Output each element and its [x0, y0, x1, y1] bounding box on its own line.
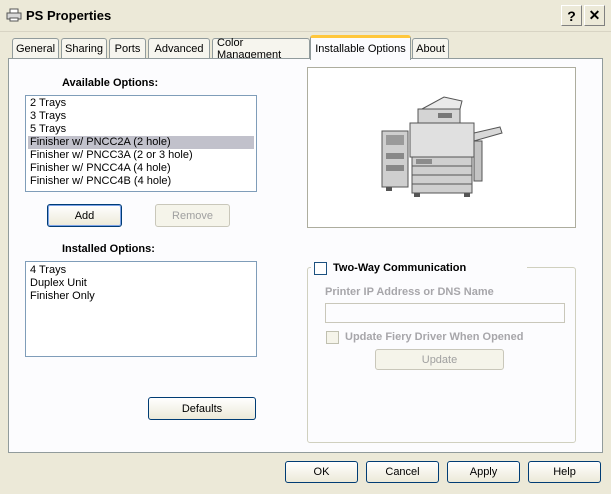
installed-options-list[interactable]: 4 Trays Duplex Unit Finisher Only [25, 261, 257, 357]
help-title-button[interactable]: ? [561, 5, 582, 26]
tab-general[interactable]: General [12, 38, 59, 58]
add-button[interactable]: Add [47, 204, 122, 227]
update-fiery-checkbox[interactable] [326, 331, 339, 344]
update-fiery-label: Update Fiery Driver When Opened [345, 331, 524, 343]
list-item[interactable]: Finisher w/ PNCC3A (2 or 3 hole) [28, 149, 254, 162]
list-item-selected[interactable]: Finisher w/ PNCC2A (2 hole) [28, 136, 254, 149]
tab-color-management[interactable]: Color Management [212, 37, 310, 61]
list-item[interactable]: 3 Trays [28, 110, 254, 123]
printer-ip-field[interactable] [325, 303, 565, 323]
two-way-communication-label[interactable]: Two-Way Communication [333, 262, 466, 274]
list-item[interactable]: Finisher w/ PNCC4B (4 hole) [28, 175, 254, 188]
printer-preview [307, 67, 576, 228]
tab-about[interactable]: About [412, 38, 449, 58]
close-button[interactable]: ✕ [584, 5, 605, 26]
question-icon: ? [567, 7, 576, 24]
apply-button[interactable]: Apply [447, 461, 520, 483]
printer-icon [6, 8, 22, 22]
tab-sharing[interactable]: Sharing [61, 38, 107, 58]
installed-options-heading: Installed Options: [62, 243, 155, 255]
window-title: PS Properties [26, 8, 112, 23]
two-way-communication-checkbox[interactable] [314, 262, 327, 275]
title-bar: PS Properties ? ✕ [0, 0, 611, 32]
printer-image [381, 96, 503, 197]
defaults-button[interactable]: Defaults [148, 397, 256, 420]
list-item[interactable]: Finisher w/ PNCC4A (4 hole) [28, 162, 254, 175]
close-icon: ✕ [588, 7, 601, 23]
list-item[interactable]: Finisher Only [28, 290, 254, 303]
tab-installable-options[interactable]: Installable Options [310, 35, 411, 60]
list-item[interactable]: 5 Trays [28, 123, 254, 136]
update-button[interactable]: Update [375, 349, 504, 370]
tab-ports[interactable]: Ports [109, 38, 146, 58]
cancel-button[interactable]: Cancel [366, 461, 439, 483]
help-button[interactable]: Help [528, 461, 601, 483]
tab-advanced[interactable]: Advanced [148, 38, 210, 58]
available-options-heading: Available Options: [62, 77, 159, 89]
available-options-list[interactable]: 2 Trays 3 Trays 5 Trays Finisher w/ PNCC… [25, 95, 257, 192]
list-item[interactable]: 2 Trays [28, 97, 254, 110]
remove-button[interactable]: Remove [155, 204, 230, 227]
list-item[interactable]: 4 Trays [28, 264, 254, 277]
ok-button[interactable]: OK [285, 461, 358, 483]
printer-ip-label: Printer IP Address or DNS Name [325, 286, 494, 298]
list-item[interactable]: Duplex Unit [28, 277, 254, 290]
